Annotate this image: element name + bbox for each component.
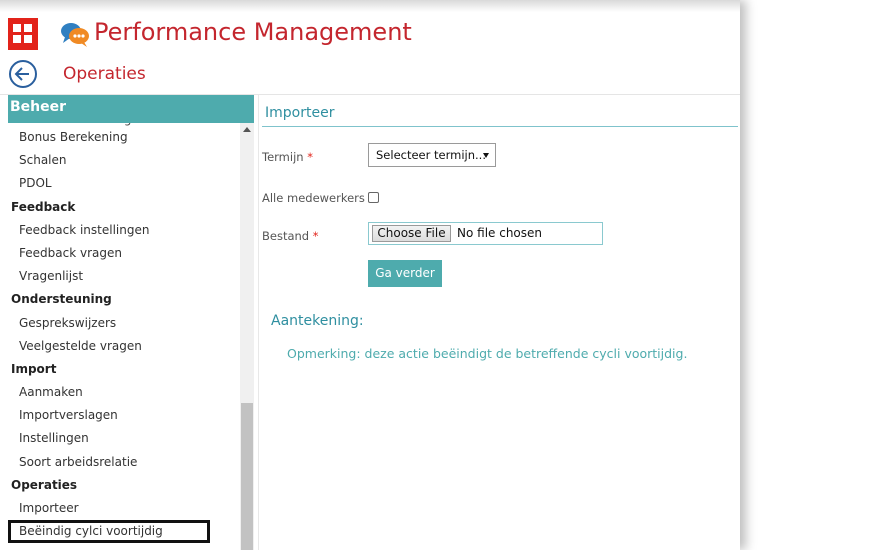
- section-divider: [262, 126, 738, 127]
- file-input[interactable]: Choose File No file chosen: [368, 222, 603, 245]
- sidebar-item-importverslagen[interactable]: Importverslagen: [8, 404, 240, 427]
- bestand-label: Bestand *: [262, 229, 319, 243]
- sidebar-item-aanmaken[interactable]: Aanmaken: [8, 381, 240, 404]
- ga-verder-button[interactable]: Ga verder: [368, 260, 442, 287]
- sidebar-item-feedback-instellingen[interactable]: Feedback instellingen: [8, 219, 240, 242]
- note-text: Opmerking: deze actie beëindigt de betre…: [287, 346, 688, 361]
- main-panel: Importeer Termijn * Selecteer termijn...…: [259, 95, 740, 550]
- termijn-label-text: Termijn: [262, 150, 304, 164]
- section-title: Importeer: [265, 105, 335, 121]
- sidebar-item-schalen[interactable]: Schalen: [8, 149, 240, 172]
- sidebar-group-import: Import: [11, 361, 57, 376]
- chat-bubbles-logo-icon: [61, 23, 89, 47]
- sidebar-item-soort-arbeidsrelatie[interactable]: Soort arbeidsrelatie: [8, 451, 240, 474]
- sidebar-item-gesprekswijzers[interactable]: Gesprekswijzers: [8, 312, 240, 335]
- sidebar-item-beeindig-cylci-voortijdig[interactable]: Beëindig cylci voortijdig: [8, 520, 210, 544]
- scrollbar-thumb[interactable]: [241, 403, 253, 550]
- note-title: Aantekening:: [271, 313, 364, 329]
- sidebar-scrollbar[interactable]: [240, 123, 254, 550]
- app-header: Performance Management: [0, 16, 740, 54]
- sidebar-item-feedback-vragen[interactable]: Feedback vragen: [8, 242, 240, 265]
- scroll-up-arrow-icon[interactable]: [243, 127, 251, 132]
- bestand-label-text: Bestand: [262, 229, 310, 243]
- termijn-label: Termijn *: [262, 150, 313, 164]
- sidebar-item-instellingen[interactable]: Instellingen: [8, 427, 240, 450]
- breadcrumb-title: Operaties: [63, 64, 146, 84]
- app-title: Performance Management: [94, 18, 412, 46]
- sidebar-list: Reach BeoordelingBonus BerekeningSchalen…: [8, 116, 240, 544]
- dropdown-caret-icon: [483, 153, 489, 158]
- termijn-select-value: Selecteer termijn...: [376, 148, 486, 162]
- sidebar-group-feedback: Feedback: [11, 199, 76, 214]
- required-mark: *: [312, 229, 319, 243]
- choose-file-button[interactable]: Choose File: [372, 225, 451, 242]
- sidebar-header: Beheer: [8, 95, 254, 123]
- app-grid-icon[interactable]: [8, 18, 38, 50]
- sidebar-group-ondersteuning: Ondersteuning: [11, 292, 112, 307]
- sidebar: Reach BeoordelingBonus BerekeningSchalen…: [8, 95, 254, 550]
- sidebar-item-veelgestelde-vragen[interactable]: Veelgestelde vragen: [8, 335, 240, 358]
- sidebar-item-pdol[interactable]: PDOL: [8, 172, 240, 195]
- back-arrow-icon[interactable]: [8, 59, 38, 89]
- termijn-select[interactable]: Selecteer termijn...: [368, 143, 496, 167]
- sidebar-item-bonus-berekening[interactable]: Bonus Berekening: [8, 126, 240, 149]
- alle-medewerkers-label: Alle medewerkers: [262, 191, 365, 205]
- sidebar-item-vragenlijst[interactable]: Vragenlijst: [8, 265, 240, 288]
- sidebar-item-importeer[interactable]: Importeer: [8, 497, 240, 520]
- file-status: No file chosen: [457, 226, 543, 240]
- breadcrumb: Operaties: [0, 58, 740, 95]
- required-mark: *: [307, 150, 313, 164]
- alle-medewerkers-checkbox[interactable]: [368, 192, 379, 203]
- browser-top-shadow: [0, 0, 740, 12]
- sidebar-group-operaties: Operaties: [11, 477, 78, 492]
